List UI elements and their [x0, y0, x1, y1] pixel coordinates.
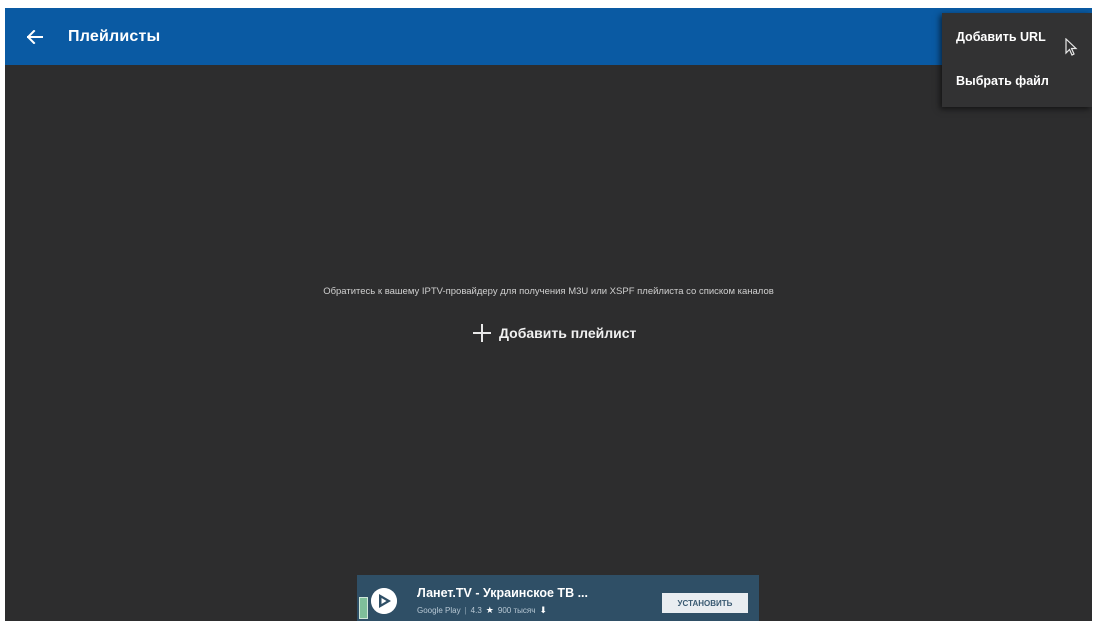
app-screen: Плейлисты Добавить URL Выбрать файл Обра… — [5, 8, 1092, 621]
overflow-menu: Добавить URL Выбрать файл — [942, 13, 1092, 107]
ad-title: Ланет.TV - Украинское ТВ ... — [417, 586, 588, 600]
ad-installs: 900 тысяч — [497, 606, 536, 615]
star-icon: ★ — [485, 605, 494, 615]
divider: | — [464, 606, 467, 615]
download-icon: ⬇ — [539, 605, 547, 615]
app-bar: Плейлисты — [5, 8, 1092, 65]
add-playlist-button[interactable]: Добавить плейлист — [473, 324, 636, 342]
hint-text: Обратитесь к вашему IPTV-провайдеру для … — [323, 286, 774, 297]
app-logo-icon — [371, 588, 397, 614]
mouse-cursor-icon — [1065, 38, 1078, 56]
ad-banner[interactable]: Ланет.TV - Украинское ТВ ... Google Play… — [357, 575, 759, 621]
install-button[interactable]: УСТАНОВИТЬ — [662, 593, 748, 613]
back-button[interactable] — [25, 27, 45, 47]
ad-store: Google Play — [417, 606, 461, 615]
ad-meta: Google Play | 4.3 ★ 900 тысяч ⬇ — [417, 605, 547, 616]
arrow-left-icon — [27, 29, 43, 44]
add-playlist-label: Добавить плейлист — [499, 325, 637, 341]
page-title: Плейлисты — [68, 27, 161, 45]
ad-rating: 4.3 — [470, 606, 482, 615]
plus-icon — [473, 324, 491, 342]
menu-item-add-url[interactable]: Добавить URL — [956, 30, 1046, 44]
ad-marker-icon — [359, 597, 368, 619]
menu-item-choose-file[interactable]: Выбрать файл — [956, 74, 1049, 88]
